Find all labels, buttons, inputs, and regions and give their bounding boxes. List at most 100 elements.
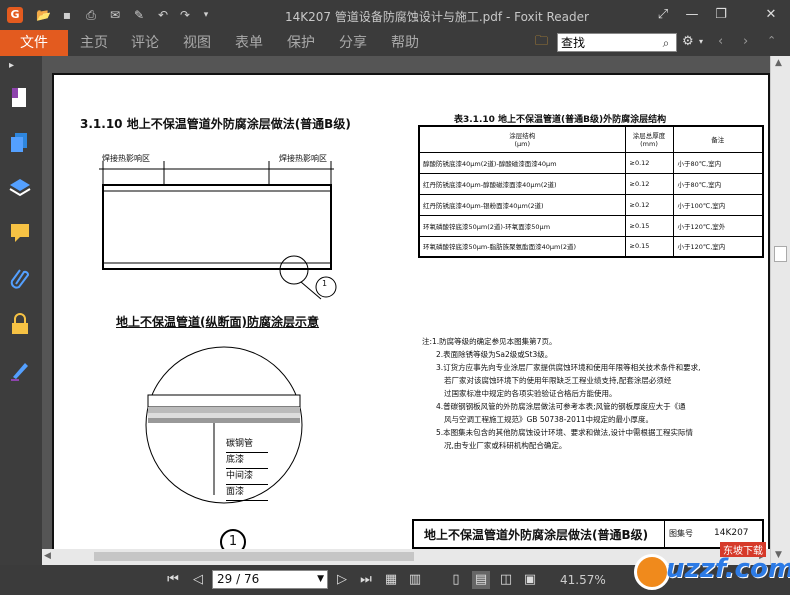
search-icon[interactable]: ⌕ <box>658 35 674 51</box>
tab-share[interactable]: 分享 <box>339 34 367 52</box>
weld-zone-label-left: 焊接热影响区 <box>102 154 150 163</box>
layer-intermediate: 中间漆 <box>226 469 268 485</box>
tab-file[interactable]: 文件 <box>0 30 68 56</box>
gear-icon[interactable]: ⚙ <box>682 34 696 50</box>
document-viewport[interactable]: 3.1.10 地上不保温管道外防腐涂层做法(普通B级) 焊接热影响区 焊接热影响… <box>42 56 770 565</box>
note-line: 若厂家对该腐蚀环境下的使用年限缺乏工程业绩支持,配套涂层必须经 <box>444 376 672 385</box>
foxit-reader-window: G 📂 ▪ ⎙ ✉ ✎ ↶ ↷ ▾ 14K207 管道设备防腐蚀设计与施工.pd… <box>0 0 790 595</box>
lock-icon[interactable] <box>9 312 31 336</box>
previous-result-icon[interactable]: ‹ <box>718 34 723 49</box>
folder-search-icon[interactable]: 🗀 <box>535 34 551 50</box>
signature-pen-icon[interactable] <box>9 358 31 382</box>
next-result-icon[interactable]: › <box>743 34 748 49</box>
drawing-caption: 地上不保温管道(纵断面)防腐涂层示意 <box>116 315 319 329</box>
tab-help[interactable]: 帮助 <box>391 34 419 52</box>
note-line: 况,由专业厂家或科研机构配合确定。 <box>444 441 567 450</box>
expand-panel-icon[interactable]: ▸ <box>9 60 31 72</box>
note-line: 风与空调工程施工规范》GB 50738-2011中规定的最小厚度。 <box>444 415 653 424</box>
tab-comment[interactable]: 评论 <box>131 34 159 52</box>
previous-page-icon[interactable]: ◁ <box>189 571 207 589</box>
bookmark-icon[interactable] <box>9 86 31 110</box>
detail-callout-number: 1 <box>322 279 328 288</box>
table-cell: 小于80℃,室内 <box>672 151 764 174</box>
fullscreen-icon[interactable]: ⤢ <box>654 6 672 24</box>
note-line: 3.订货方应事先向专业涂层厂家提供腐蚀环境和使用年限等相关技术条件和要求, <box>436 363 701 372</box>
table-row: 环氧磷酸锌底漆50μm-脂肪族聚氨酯面漆40μm(2道) ≥0.15 小于120… <box>418 235 764 258</box>
collapse-ribbon-icon[interactable]: ⌃ <box>767 34 776 47</box>
continuous-page-icon[interactable]: ▦ <box>382 571 400 589</box>
table-cell: ≥0.12 <box>624 193 674 216</box>
pages-thumbnail-icon[interactable] <box>9 131 31 155</box>
atlas-number-label: 图集号 <box>669 529 693 538</box>
window-title: 14K207 管道设备防腐蚀设计与施工.pdf - Foxit Reader <box>285 10 589 24</box>
page-number-input[interactable]: 29 / 76 ▼ <box>212 570 328 589</box>
scroll-up-icon[interactable]: ▲ <box>775 58 782 68</box>
continuous-view-icon[interactable]: ▤ <box>472 571 490 589</box>
two-page-view-icon[interactable]: ◫ <box>497 571 515 589</box>
page-dropdown-icon[interactable]: ▼ <box>317 571 324 588</box>
note-line: 过国家标准中规定的各项实验验证合格后方能使用。 <box>444 389 617 398</box>
last-page-icon[interactable]: ⏭ <box>357 571 375 589</box>
section-heading: 3.1.10 地上不保温管道外防腐涂层做法(普通B级) <box>80 117 351 131</box>
single-page-view-icon[interactable]: ▯ <box>447 571 465 589</box>
undo-icon[interactable]: ↶ <box>156 8 170 22</box>
scroll-left-icon[interactable]: ◀ <box>44 551 51 561</box>
title-bar: G 📂 ▪ ⎙ ✉ ✎ ↶ ↷ ▾ 14K207 管道设备防腐蚀设计与施工.pd… <box>0 0 790 30</box>
table-header-cell: 备注 <box>672 125 764 153</box>
attachment-icon[interactable] <box>9 266 31 290</box>
foxit-logo-icon[interactable]: G <box>7 7 23 23</box>
table-cell: 小于120℃,室内 <box>672 235 764 258</box>
print-icon[interactable]: ⎙ <box>84 8 98 22</box>
customize-toolbar-icon[interactable]: ▾ <box>199 8 213 22</box>
note-line: 5.本图集未包含的其他防腐蚀设计环境、要求和做法,设计中需根据工程实际情 <box>436 428 694 437</box>
table-header-cell: 涂层结构 (μm) <box>418 125 626 153</box>
pdf-page: 3.1.10 地上不保温管道外防腐涂层做法(普通B级) 焊接热影响区 焊接热影响… <box>52 73 770 565</box>
two-page-continuous-icon[interactable]: ▣ <box>521 571 539 589</box>
layer-primer: 底漆 <box>226 453 268 469</box>
zoom-level[interactable]: 41.57% <box>560 573 606 587</box>
table-header-cell: 涂层总厚度 (mm) <box>624 125 674 153</box>
tool-icon[interactable]: ✎ <box>132 8 146 22</box>
next-page-icon[interactable]: ▷ <box>333 571 351 589</box>
vertical-scroll-thumb[interactable] <box>774 246 787 262</box>
minimize-button[interactable]: — <box>683 6 701 24</box>
pipe-longitudinal-drawing <box>99 161 337 300</box>
email-icon[interactable]: ✉ <box>108 8 122 22</box>
chevron-down-icon[interactable]: ▾ <box>699 37 703 46</box>
atlas-number-value: 14K207 <box>714 528 749 538</box>
redo-icon[interactable]: ↷ <box>178 8 192 22</box>
tab-protect[interactable]: 保护 <box>287 34 315 52</box>
horizontal-scrollbar[interactable]: ◀ ▶ <box>42 549 770 565</box>
scroll-down-icon[interactable]: ▼ <box>775 550 782 560</box>
save-icon[interactable]: ▪ <box>60 8 74 22</box>
notes-block: 注:1.防腐等级的确定参见本图集第7页。 2.表面除锈等级为Sa2级或St3级。… <box>422 335 767 452</box>
facing-page-icon[interactable]: ▥ <box>406 571 424 589</box>
page-number-text: 29 / 76 <box>217 572 260 586</box>
table-row: 红丹防锈底漆40μm-醇酸磁漆面漆40μm(2道) ≥0.12 小于80℃,室内 <box>418 172 764 195</box>
note-line: 注:1.防腐等级的确定参见本图集第7页。 <box>422 337 557 346</box>
table-title: 表3.1.10 地上不保温管道(普通B级)外防腐涂层结构 <box>454 115 667 125</box>
layers-icon[interactable] <box>9 176 31 200</box>
search-input[interactable] <box>558 34 654 51</box>
close-button[interactable]: ✕ <box>762 6 780 24</box>
title-block-divider <box>664 521 665 547</box>
horizontal-scroll-thumb[interactable] <box>94 552 414 561</box>
open-folder-icon[interactable]: 📂 <box>36 8 51 22</box>
first-page-icon[interactable]: ⏮ <box>164 571 182 589</box>
scroll-right-icon[interactable]: ▶ <box>759 551 766 561</box>
table-cell: ≥0.12 <box>624 172 674 195</box>
tab-view[interactable]: 视图 <box>183 34 211 52</box>
layer-steel-pipe: 碳钢管 <box>226 437 268 453</box>
coating-layer-detail <box>145 346 303 504</box>
search-field[interactable]: ⌕ <box>557 33 677 52</box>
tab-home[interactable]: 主页 <box>80 34 108 52</box>
title-block-name: 地上不保温管道外防腐涂层做法(普通B级) <box>424 528 649 542</box>
tab-form[interactable]: 表单 <box>235 34 263 52</box>
table-cell: 环氧磷酸锌底漆50μm(2道)-环氧面漆50μm <box>418 214 626 237</box>
comments-icon[interactable] <box>9 221 31 245</box>
vertical-scrollbar[interactable]: ▲ ▼ <box>770 56 790 565</box>
restore-button[interactable]: ❐ <box>712 6 730 24</box>
table-cell: ≥0.15 <box>624 214 674 237</box>
title-block: 地上不保温管道外防腐涂层做法(普通B级) 图集号 14K207 <box>412 519 764 549</box>
layer-topcoat: 面漆 <box>226 485 268 501</box>
